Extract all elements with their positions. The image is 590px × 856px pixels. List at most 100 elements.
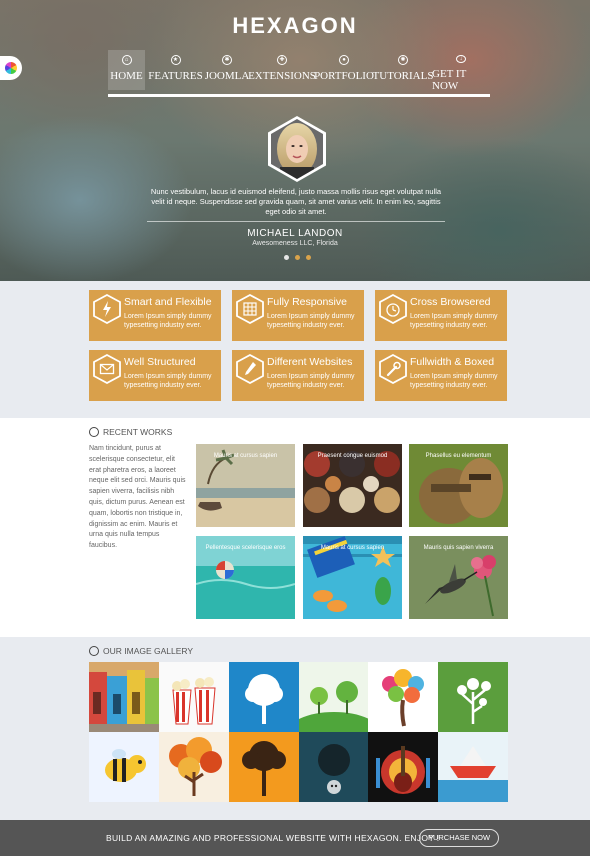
gallery-title: OUR IMAGE GALLERY [103,646,194,656]
envelope-icon [93,354,121,384]
gallery-image-bee[interactable] [89,732,159,802]
gallery-image-colorful-tree[interactable] [368,662,438,732]
popcorn-image [159,662,229,732]
features-section: Smart and Flexible Lorem Ipsum simply du… [0,281,590,418]
nav-item-features[interactable]: ★ FEATURES [147,50,204,90]
star-icon: ★ [170,55,181,65]
gallery-image-orange-tree[interactable] [229,732,299,802]
work-thumb-beach[interactable]: Mauris at cursus sapien [196,444,295,527]
nav-item-label: FEATURES [148,70,203,82]
grid-icon [236,294,264,324]
slider-dot-3[interactable] [306,255,311,260]
gallery-image-autumn-tree[interactable] [159,732,229,802]
home-icon: ⌂ [121,55,132,65]
testimonial-quote: Nunc vestibulum, lacus id euismod eleife… [150,187,442,216]
paper-boat-image [438,732,508,802]
work-thumb-gloves[interactable]: Phasellus eu elementum [409,444,508,527]
wrench-icon [379,354,407,384]
feature-title: Cross Browsered [410,296,491,308]
recent-works-heading: RECENT WORKS [89,427,172,437]
puzzle-icon: ✚ [277,55,287,65]
work-caption: Mauris quis sapien viverra [423,545,494,551]
pencil-icon [236,354,264,384]
work-caption: Praesent congue euismod [317,453,388,459]
nav-item-tutorials[interactable]: ✺ TUTORIALS [372,50,434,90]
feature-desc: Lorem Ipsum simply dummy typesetting ind… [124,373,212,389]
feature-card-cross-browsered[interactable]: Cross Browsered Lorem Ipsum simply dummy… [375,290,507,341]
gallery-image-paper-boat[interactable] [438,732,508,802]
feature-card-fullwidth-boxed[interactable]: Fullwidth & Boxed Lorem Ipsum simply dum… [375,350,507,401]
work-thumb-sea-ball[interactable]: Pellentesque scelerisque eros [196,536,295,619]
feature-title: Different Websites [267,356,353,368]
footer-cta-text: BUILD AN AMAZING AND PROFESSIONAL WEBSIT… [106,833,440,843]
download-icon: ↓ [456,55,466,63]
feature-desc: Lorem Ipsum simply dummy typesetting ind… [124,313,212,329]
gallery-image-dark-circle-tree[interactable] [299,732,369,802]
color-wheel-icon [5,62,17,74]
main-nav: ⌂ HOME ★ FEATURES ✱ JOOMLA ✚ EXTENSIONS … [108,50,490,96]
gallery-image-guitar-poster[interactable] [368,732,438,802]
work-thumb-beach-items[interactable]: Mauris at cursus sapien [303,536,402,619]
site-logo[interactable]: HEXAGON [0,13,590,39]
clock-icon [379,294,407,324]
work-caption: Mauris at cursus sapien [320,545,385,551]
nav-item-label: TUTORIALS [372,70,434,82]
nav-item-portfolio[interactable]: ● PORTFOLIO [314,50,374,90]
colorful-houses-image [89,662,159,732]
gallery-image-blue-tree[interactable] [229,662,299,732]
gear-icon: ✺ [398,55,408,65]
feature-title: Well Structured [124,356,196,368]
clock-icon [89,427,99,437]
work-thumb-hummingbird[interactable]: Mauris quis sapien viverra [409,536,508,619]
green-hills-image [299,662,369,732]
gallery-image-popcorn[interactable] [159,662,229,732]
dark-circle-tree-image [299,732,369,802]
work-caption: Mauris at cursus sapien [213,453,278,459]
slider-dot-2[interactable] [295,255,300,260]
orange-tree-image [229,732,299,802]
portfolio-icon: ● [339,55,349,65]
gallery-heading: OUR IMAGE GALLERY [89,646,193,656]
gallery-image-green-hills[interactable] [299,662,369,732]
nav-item-get-it-now[interactable]: ↓ GET IT NOW [432,50,490,92]
nav-item-extensions[interactable]: ✚ EXTENSIONS [248,50,316,90]
feature-desc: Lorem Ipsum simply dummy typesetting ind… [267,373,355,389]
nav-underline [108,94,490,97]
recent-works-section: RECENT WORKS Nam tincidunt, purus at sce… [0,418,590,637]
footer-cta-bar: BUILD AN AMAZING AND PROFESSIONAL WEBSIT… [0,820,590,856]
gallery-image-colorful-houses[interactable] [89,662,159,732]
camera-icon [89,646,99,656]
nav-item-home[interactable]: ⌂ HOME [108,50,145,90]
testimonial-avatar [268,116,326,182]
feature-title: Smart and Flexible [124,296,212,308]
style-switcher-tab[interactable] [0,56,22,80]
feature-card-different-websites[interactable]: Different Websites Lorem Ipsum simply du… [232,350,364,401]
gallery-image-white-tree[interactable] [438,662,508,732]
feature-desc: Lorem Ipsum simply dummy typesetting ind… [267,313,355,329]
feature-desc: Lorem Ipsum simply dummy typesetting ind… [410,373,498,389]
feature-card-smart[interactable]: Smart and Flexible Lorem Ipsum simply du… [89,290,221,341]
recent-works-title: RECENT WORKS [103,427,173,437]
slider-dot-1[interactable] [284,255,289,260]
lightning-icon [93,294,121,324]
blue-tree-image [229,662,299,732]
testimonial-divider [147,221,445,222]
work-thumb-beans[interactable]: Praesent congue euismod [303,444,402,527]
hero-section: HEXAGON ⌂ HOME ★ FEATURES ✱ JOOMLA ✚ EXT… [0,0,590,281]
feature-card-well-structured[interactable]: Well Structured Lorem Ipsum simply dummy… [89,350,221,401]
nav-item-label: JOOMLA [204,70,250,82]
white-tree-image [438,662,508,732]
joomla-icon: ✱ [222,55,232,65]
feature-title: Fullwidth & Boxed [410,356,495,368]
guitar-poster-image [368,732,438,802]
work-caption: Pellentesque scelerisque eros [205,545,286,551]
image-gallery-section: OUR IMAGE GALLERY [0,637,590,820]
feature-card-responsive[interactable]: Fully Responsive Lorem Ipsum simply dumm… [232,290,364,341]
bee-image [89,732,159,802]
feature-title: Fully Responsive [267,296,347,308]
nav-item-joomla[interactable]: ✱ JOOMLA [204,50,250,90]
purchase-now-button[interactable]: PURCHASE NOW [419,829,499,847]
recent-works-text: Nam tincidunt, purus at scelerisque cons… [89,445,186,550]
nav-item-label: GET IT NOW [432,68,467,92]
colorful-tree-image [368,662,438,732]
